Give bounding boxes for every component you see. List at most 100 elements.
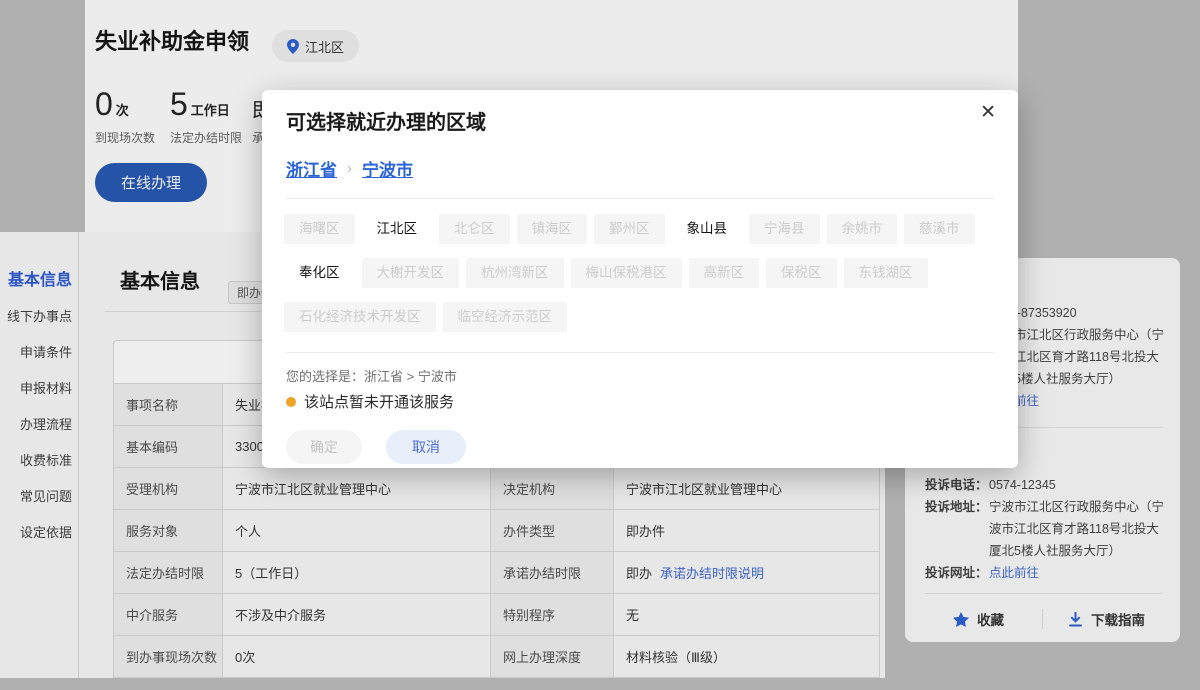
- download-guide-button[interactable]: 下载指南: [1043, 609, 1170, 629]
- region-button[interactable]: 象山县: [672, 214, 743, 244]
- region-button[interactable]: 奉化区: [284, 258, 355, 288]
- table-label-cell: 网上办理深度: [491, 636, 614, 678]
- region-select-modal: 可选择就近办理的区域 ✕ 浙江省 › 宁波市 海曙区江北区北仑区镇海区鄞州区象山县宁…: [262, 90, 1018, 468]
- favorite-button[interactable]: 收藏: [915, 609, 1042, 629]
- region-button: 杭州湾新区: [466, 258, 564, 288]
- region-rows: 海曙区江北区北仑区镇海区鄞州区象山县宁海县余姚市慈溪市奉化区大榭开发区杭州湾新区…: [284, 214, 998, 346]
- stat-legal-limit-value: 5: [170, 86, 188, 123]
- table-value-cell: 个人: [223, 510, 491, 552]
- info-card-divider-2: [925, 593, 1162, 594]
- info-card-row-value: 0574-12345: [989, 474, 1168, 496]
- stat-legal-limit: 5 工作日 法定办结时限: [170, 86, 242, 146]
- sidebar-nav: 基本信息线下办事点申请条件申报材料办理流程收费标准常见问题设定依据: [0, 270, 72, 543]
- table-row: 服务对象个人办件类型即办件: [114, 510, 880, 552]
- table-value-cell: 宁波市江北区就业管理中心: [614, 468, 880, 510]
- sidebar-item-active[interactable]: 基本信息: [8, 270, 72, 291]
- table-label-cell: 特别程序: [491, 594, 614, 636]
- table-label-cell: 到办事现场次数: [114, 636, 223, 678]
- info-card-row-value: 宁波市江北区行政服务中心（宁波市江北区育才路118号北投大厦北5楼人社服务大厅）: [989, 496, 1168, 562]
- sidebar-item-link[interactable]: 设定依据: [20, 522, 72, 543]
- region-row: 海曙区江北区北仑区镇海区鄞州区象山县宁海县余姚市慈溪市: [284, 214, 998, 244]
- breadcrumb-link[interactable]: 宁波市: [362, 156, 413, 181]
- table-label-cell: 法定办结时限: [114, 552, 223, 594]
- page-title: 失业补助金申领: [95, 24, 249, 56]
- region-button: 保税区: [766, 258, 837, 288]
- region-button: 临空经济示范区: [443, 302, 568, 332]
- region-button: 宁海县: [749, 214, 820, 244]
- sidebar-item-link[interactable]: 办理流程: [20, 414, 72, 435]
- close-icon[interactable]: ✕: [980, 103, 996, 122]
- region-button: 余姚市: [827, 214, 898, 244]
- table-row: 中介服务不涉及中介服务特别程序无: [114, 594, 880, 636]
- stat-visits-label: 到现场次数: [95, 129, 155, 146]
- region-button: 梅山保税港区: [571, 258, 682, 288]
- info-card-row-label: 投诉网址：: [925, 562, 989, 584]
- table-value-cell: 5（工作日）: [223, 552, 491, 594]
- table-value-cell: 无: [614, 594, 880, 636]
- page: 失业补助金申领 江北区 0 次 到现场次数 5 工作日 法定办结时限 即办: [0, 0, 1200, 690]
- region-button: 鄞州区: [594, 214, 665, 244]
- table-label-cell: 中介服务: [114, 594, 223, 636]
- info-card-row-label: 投诉地址：: [925, 496, 989, 562]
- warning-text: 该站点暂未开通该服务: [304, 391, 454, 412]
- sidebar-divider: [78, 232, 79, 678]
- location-pin-icon: [287, 39, 299, 54]
- sidebar-item-link[interactable]: 线下办事点: [7, 306, 72, 327]
- stat-visits: 0 次 到现场次数: [95, 86, 155, 146]
- info-card-row-label: 投诉电话：: [925, 474, 989, 496]
- breadcrumb-link[interactable]: 浙江省: [286, 156, 337, 181]
- favorite-label: 收藏: [977, 609, 1004, 629]
- table-label-cell: 事项名称: [114, 384, 223, 426]
- modal-divider-2: [286, 352, 994, 353]
- table-value-cell: 即办件: [614, 510, 880, 552]
- info-card-row: 投诉网址：点此前往: [925, 562, 1168, 584]
- sidebar-item-link[interactable]: 申报材料: [20, 378, 72, 399]
- table-label-cell: 基本编码: [114, 426, 223, 468]
- modal-title: 可选择就近办理的区域: [286, 106, 486, 135]
- modal-breadcrumb: 浙江省 › 宁波市: [286, 156, 413, 181]
- region-button: 石化经济技术开发区: [284, 302, 436, 332]
- info-card-row: 投诉电话：0574-12345: [925, 474, 1168, 496]
- table-label-cell: 决定机构: [491, 468, 614, 510]
- table-label-cell: 服务对象: [114, 510, 223, 552]
- table-row: 法定办结时限5（工作日）承诺办结时限即办承诺办结时限说明: [114, 552, 880, 594]
- modal-divider-1: [286, 198, 994, 199]
- stat-visits-unit: 次: [116, 100, 129, 119]
- table-row: 到办事现场次数0次网上办理深度材料核验（Ⅲ级）: [114, 636, 880, 678]
- table-value-cell: 材料核验（Ⅲ级）: [614, 636, 880, 678]
- info-card-footer: 收藏 下载指南: [915, 603, 1170, 635]
- region-row: 石化经济技术开发区临空经济示范区: [284, 302, 998, 332]
- sidebar-item-link[interactable]: 常见问题: [20, 486, 72, 507]
- table-value-cell: 宁波市江北区就业管理中心: [223, 468, 491, 510]
- warning-line: 该站点暂未开通该服务: [286, 391, 454, 412]
- selection-summary: 您的选择是：浙江省 > 宁波市: [286, 366, 457, 385]
- section-title: 基本信息: [120, 265, 200, 294]
- cancel-button[interactable]: 取消: [386, 430, 466, 464]
- table-value-cell: 0次: [223, 636, 491, 678]
- table-label-cell: 承诺办结时限: [491, 552, 614, 594]
- complaint-site-link[interactable]: 点此前往: [989, 566, 1039, 580]
- region-button: 高新区: [689, 258, 760, 288]
- location-selector-pill[interactable]: 江北区: [272, 30, 359, 62]
- download-guide-label: 下载指南: [1091, 609, 1145, 629]
- confirm-button: 确定: [286, 430, 362, 464]
- stat-legal-limit-label: 法定办结时限: [170, 129, 242, 146]
- breadcrumb-separator-icon: ›: [347, 160, 352, 177]
- online-apply-button[interactable]: 在线办理: [95, 163, 207, 202]
- region-row: 奉化区大榭开发区杭州湾新区梅山保税港区高新区保税区东钱湖区: [284, 258, 998, 288]
- table-value-cell: 不涉及中介服务: [223, 594, 491, 636]
- region-button: 慈溪市: [904, 214, 975, 244]
- promise-limit-detail-link[interactable]: 承诺办结时限说明: [660, 566, 764, 581]
- table-value-cell: 即办承诺办结时限说明: [614, 552, 880, 594]
- region-button: 大榭开发区: [362, 258, 460, 288]
- region-button[interactable]: 江北区: [362, 214, 433, 244]
- sidebar-item-link[interactable]: 申请条件: [20, 342, 72, 363]
- table-row: 受理机构宁波市江北区就业管理中心决定机构宁波市江北区就业管理中心: [114, 468, 880, 510]
- star-icon: [953, 612, 969, 627]
- download-icon: [1068, 612, 1083, 627]
- stat-legal-limit-unit: 工作日: [191, 100, 230, 119]
- info-card-row: 投诉地址：宁波市江北区行政服务中心（宁波市江北区育才路118号北投大厦北5楼人社…: [925, 496, 1168, 562]
- table-label-cell: 办件类型: [491, 510, 614, 552]
- location-pill-label: 江北区: [305, 37, 344, 56]
- sidebar-item-link[interactable]: 收费标准: [20, 450, 72, 471]
